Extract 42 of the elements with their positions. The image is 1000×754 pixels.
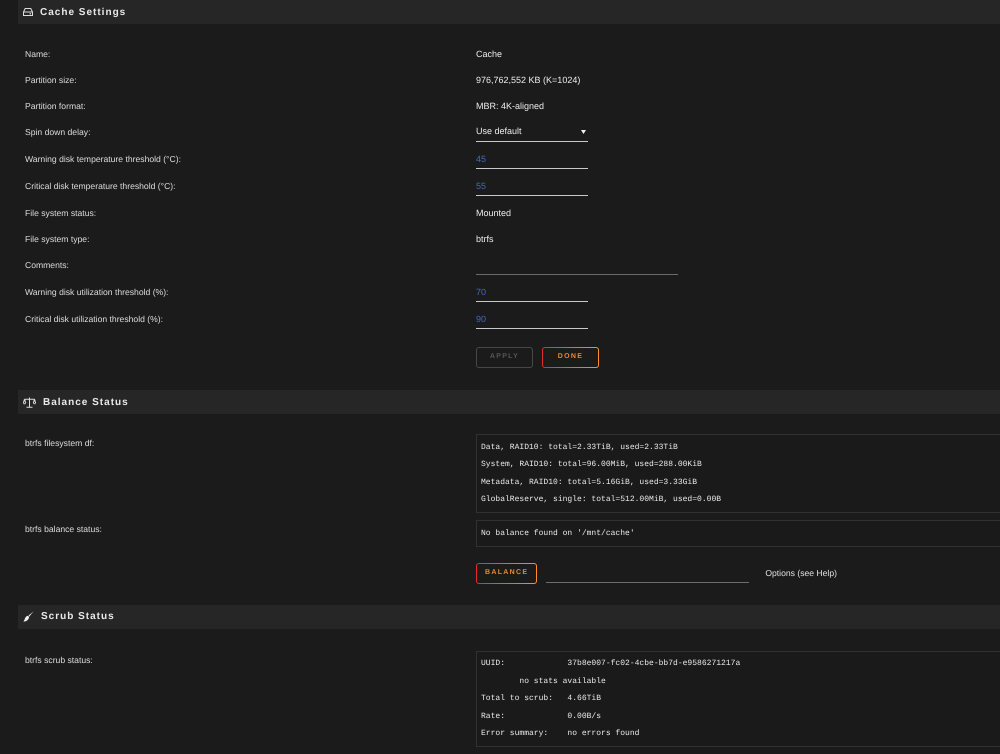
- field-label: Critical disk temperature threshold (°C):: [25, 180, 177, 193]
- field-label: Name:: [25, 48, 52, 61]
- field-label: btrfs filesystem df:: [25, 437, 96, 450]
- output-line: Error summary: no errors found: [481, 728, 640, 740]
- field-label: Partition format:: [25, 100, 87, 113]
- output-line: Metadata, RAID10: total=5.16GiB, used=3.33GiB: [481, 476, 698, 488]
- field-label: File system type:: [25, 233, 90, 246]
- field-label: Critical disk utilization threshold (%):: [25, 313, 164, 326]
- section-title: Balance Status: [43, 396, 129, 410]
- section-title: Scrub Status: [41, 610, 115, 624]
- field-value: MBR: 4K-aligned: [476, 100, 544, 113]
- field-label: File system status:: [25, 207, 98, 220]
- field-label: Spin down delay:: [25, 126, 92, 139]
- field-label: Partition size:: [25, 74, 78, 87]
- number-input[interactable]: 45: [476, 149, 588, 169]
- output-line: Total to scrub: 4.66TiB: [481, 693, 602, 705]
- field-value: Cache: [476, 48, 502, 61]
- output-line: GlobalReserve, single: total=512.00MiB, used=0.00B: [481, 494, 722, 506]
- output-line: no stats available: [518, 676, 607, 688]
- field-label: btrfs balance status:: [25, 523, 103, 536]
- output-line: System, RAID10: total=96.00MiB, used=288.00KiB: [481, 459, 703, 471]
- hard-drive-icon: [23, 8, 33, 16]
- brush-icon: [23, 611, 34, 622]
- field-value: btrfs: [476, 233, 494, 246]
- caret-icon: [581, 130, 586, 134]
- scales-icon: [23, 396, 36, 408]
- output-line: No balance found on '/mnt/cache': [481, 528, 636, 540]
- output-line: Data, RAID10: total=2.33TiB, used=2.33TiB: [481, 442, 679, 454]
- field-label: Warning disk temperature threshold (°C):: [25, 153, 182, 166]
- help-note: Options (see Help): [765, 566, 837, 580]
- field-value: Mounted: [476, 207, 512, 220]
- number-input[interactable]: 55: [476, 176, 588, 196]
- output-line: Rate: 0.00B/s: [481, 710, 602, 722]
- dropdown-select[interactable]: Use default: [476, 122, 588, 142]
- field-value: 976,762,552 KB (K=1024): [476, 74, 580, 87]
- section-title: Cache Settings: [40, 6, 126, 20]
- output-line: UUID: 37b8e007-fc02-4cbe-bb7d-e9586271217a: [481, 658, 742, 670]
- field-label: Comments:: [25, 259, 70, 272]
- field-label: Warning disk utilization threshold (%):: [25, 286, 170, 299]
- field-label: btrfs scrub status:: [25, 654, 94, 666]
- number-input[interactable]: 70: [476, 282, 588, 302]
- number-input[interactable]: 90: [476, 309, 588, 329]
